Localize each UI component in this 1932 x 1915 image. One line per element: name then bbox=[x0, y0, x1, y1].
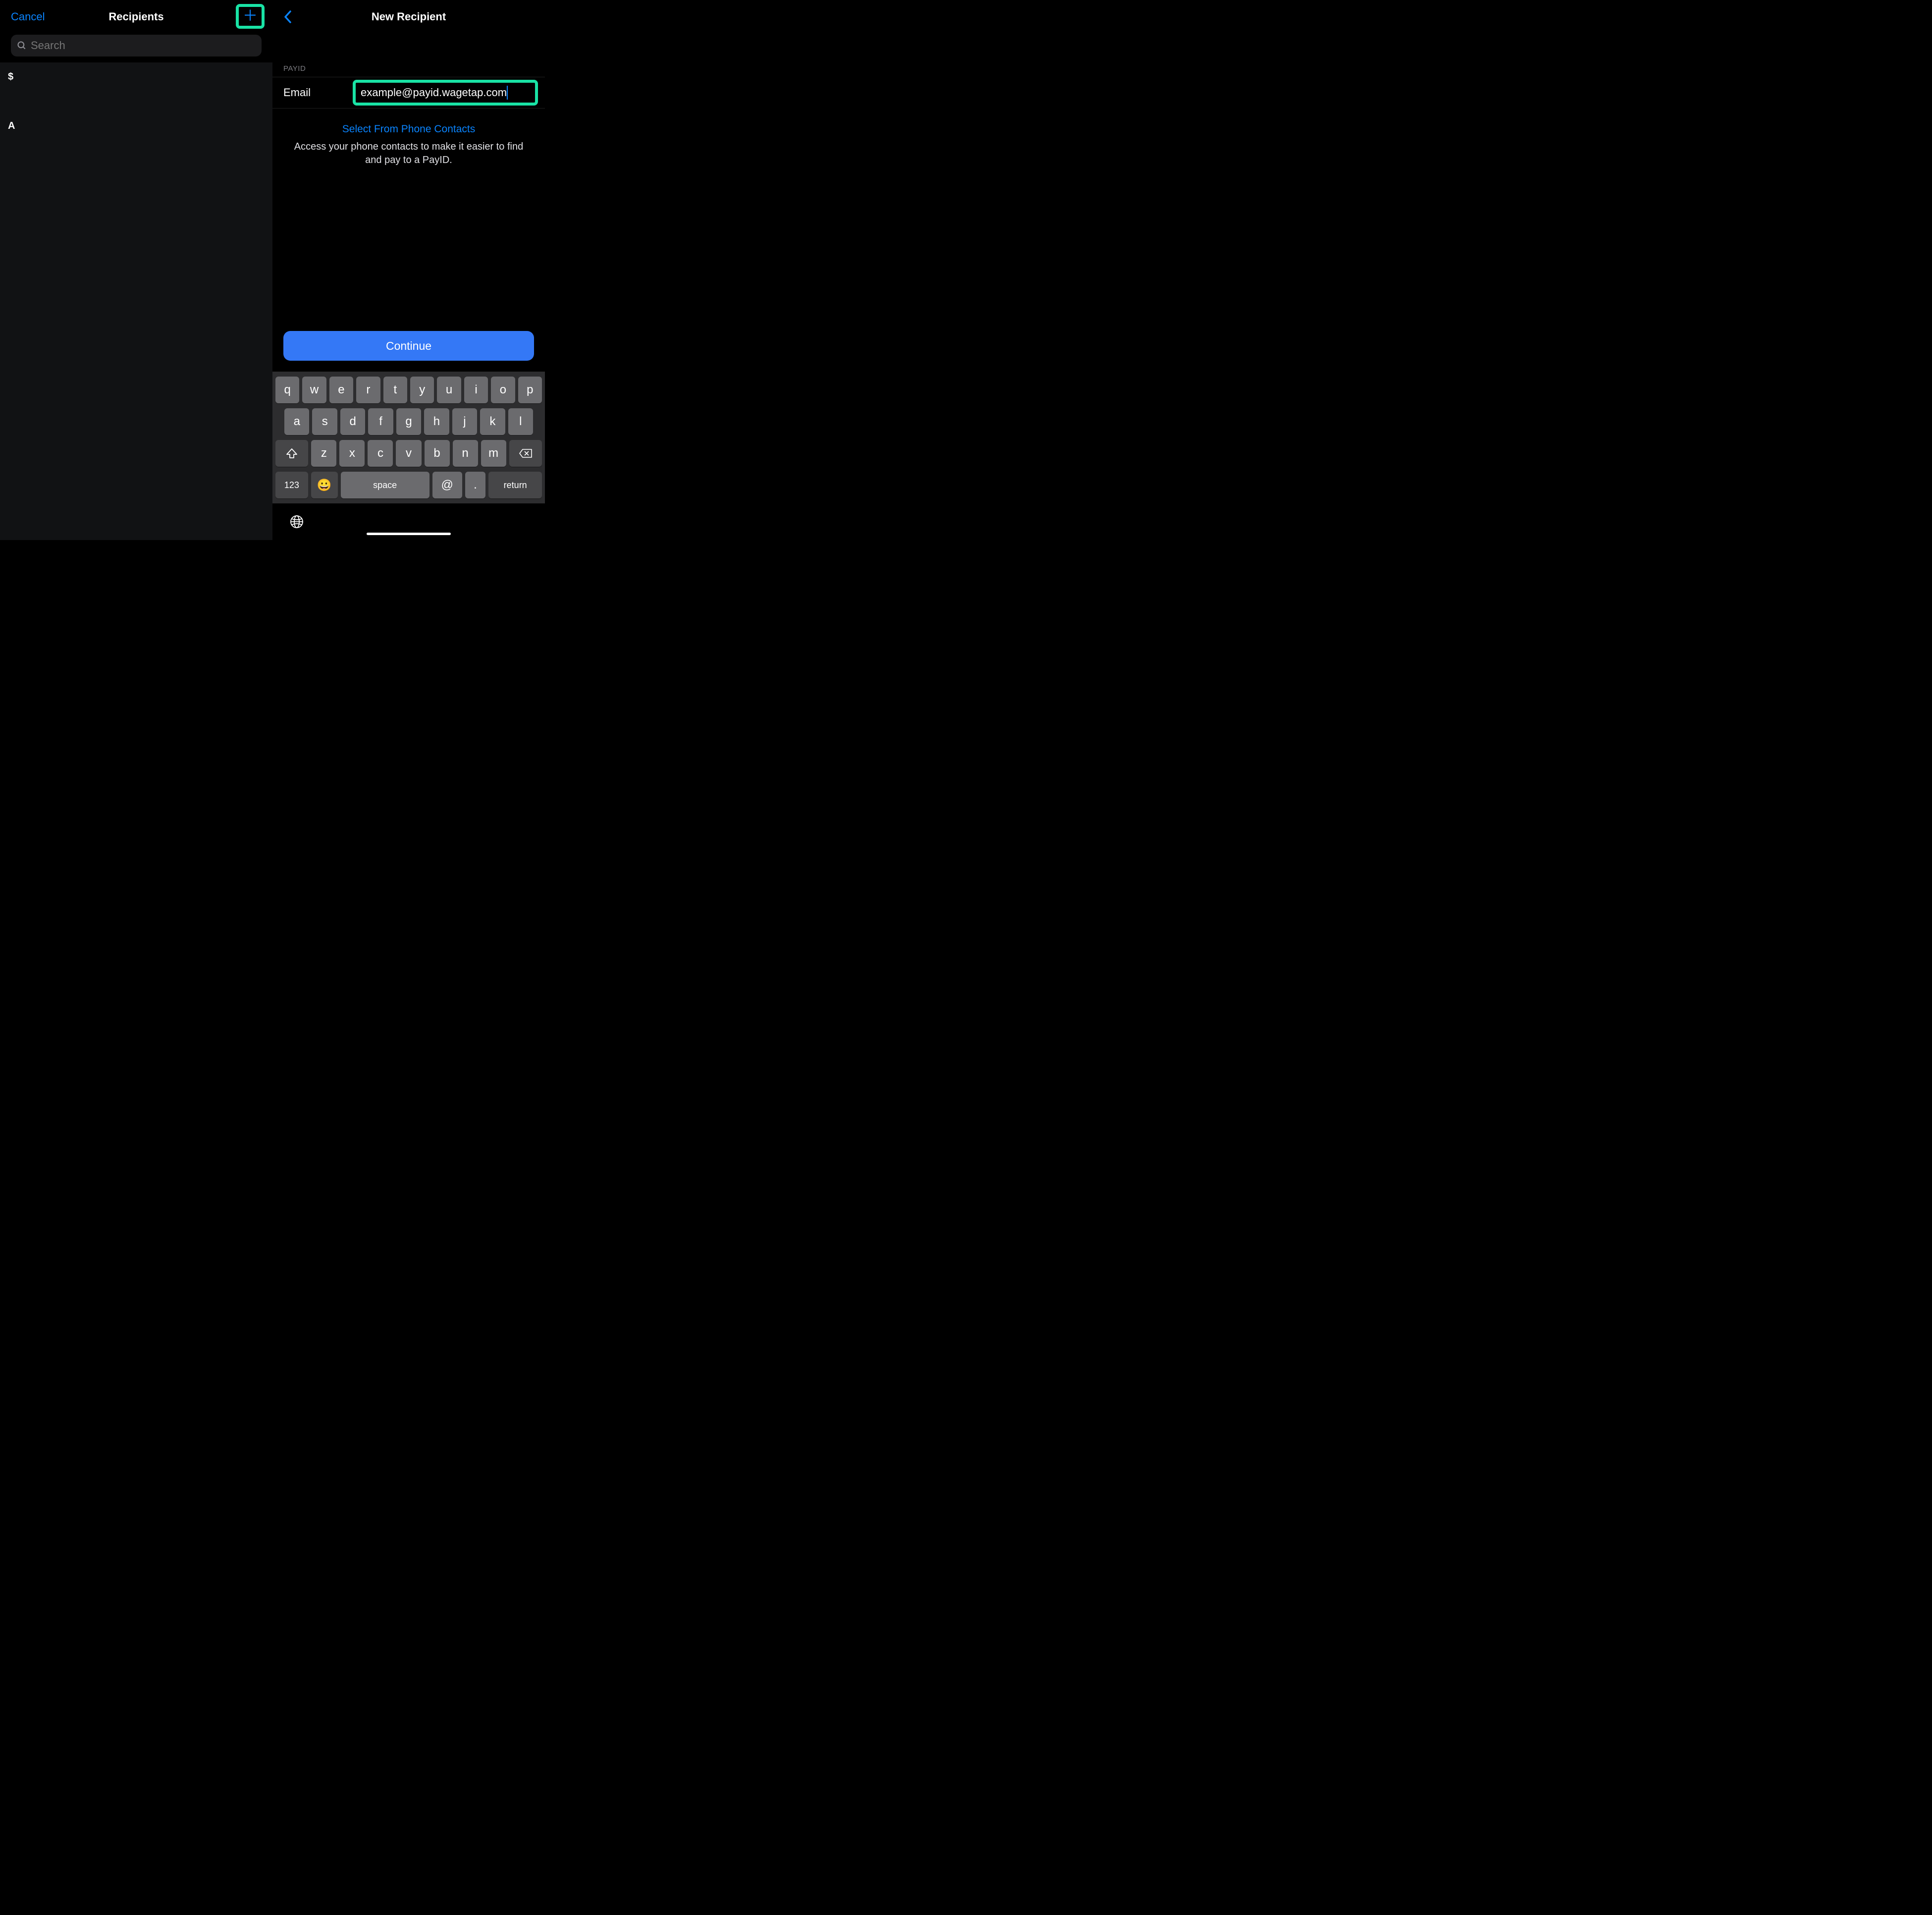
key-k[interactable]: k bbox=[480, 408, 505, 435]
backspace-key[interactable] bbox=[509, 440, 542, 467]
key-t[interactable]: t bbox=[383, 377, 407, 403]
key-n[interactable]: n bbox=[453, 440, 478, 467]
shift-key[interactable] bbox=[275, 440, 308, 467]
key-u[interactable]: u bbox=[437, 377, 461, 403]
contacts-prompt: Select From Phone Contacts Access your p… bbox=[272, 109, 545, 167]
emoji-icon: 😀 bbox=[317, 478, 332, 492]
key-y[interactable]: y bbox=[410, 377, 434, 403]
emoji-key[interactable]: 😀 bbox=[311, 472, 338, 498]
search-input[interactable] bbox=[31, 39, 256, 52]
key-s[interactable]: s bbox=[312, 408, 337, 435]
form-group-label: PAYID bbox=[272, 64, 545, 77]
return-key[interactable]: return bbox=[488, 472, 542, 498]
key-f[interactable]: f bbox=[368, 408, 393, 435]
email-field-highlight: example@payid.wagetap.com bbox=[353, 80, 538, 106]
search-field[interactable] bbox=[11, 35, 262, 56]
globe-icon bbox=[289, 514, 304, 529]
email-field[interactable]: example@payid.wagetap.com bbox=[361, 86, 507, 99]
payid-form: PAYID Email example@payid.wagetap.com bbox=[272, 30, 545, 109]
search-icon bbox=[17, 41, 27, 51]
key-z[interactable]: z bbox=[311, 440, 336, 467]
page-title: New Recipient bbox=[272, 10, 545, 23]
new-recipient-screen: New Recipient PAYID Email example@payid.… bbox=[272, 0, 545, 540]
key-l[interactable]: l bbox=[508, 408, 533, 435]
key-v[interactable]: v bbox=[396, 440, 421, 467]
section-header: A bbox=[0, 111, 272, 141]
continue-button[interactable]: Continue bbox=[283, 331, 534, 361]
key-w[interactable]: w bbox=[302, 377, 326, 403]
home-indicator[interactable] bbox=[367, 533, 451, 535]
key-m[interactable]: m bbox=[481, 440, 506, 467]
key-a[interactable]: a bbox=[284, 408, 309, 435]
key-p[interactable]: p bbox=[518, 377, 542, 403]
email-label: Email bbox=[283, 86, 343, 99]
key-o[interactable]: o bbox=[491, 377, 515, 403]
add-recipient-button[interactable]: ＋ bbox=[243, 9, 258, 24]
key-j[interactable]: j bbox=[452, 408, 477, 435]
back-button[interactable] bbox=[283, 10, 292, 24]
nav-bar: New Recipient bbox=[272, 0, 545, 30]
key-h[interactable]: h bbox=[424, 408, 449, 435]
keyboard-bottom-bar bbox=[272, 503, 545, 540]
backspace-icon bbox=[519, 448, 533, 458]
add-recipient-highlight: ＋ bbox=[236, 4, 265, 29]
contacts-description: Access your phone contacts to make it ea… bbox=[285, 140, 532, 167]
search-container bbox=[0, 30, 272, 62]
nav-bar: Cancel Recipients ＋ bbox=[0, 0, 272, 30]
shift-icon bbox=[286, 448, 298, 459]
key-x[interactable]: x bbox=[339, 440, 365, 467]
key-q[interactable]: q bbox=[275, 377, 299, 403]
key-r[interactable]: r bbox=[356, 377, 380, 403]
text-cursor bbox=[507, 86, 508, 100]
at-key[interactable]: @ bbox=[432, 472, 462, 498]
key-i[interactable]: i bbox=[464, 377, 488, 403]
email-row[interactable]: Email example@payid.wagetap.com bbox=[272, 77, 545, 109]
cancel-button[interactable]: Cancel bbox=[11, 10, 45, 23]
section-header: $ bbox=[0, 62, 272, 92]
chevron-left-icon bbox=[283, 10, 292, 24]
key-b[interactable]: b bbox=[425, 440, 450, 467]
key-d[interactable]: d bbox=[340, 408, 365, 435]
recipient-list[interactable]: $A bbox=[0, 62, 272, 540]
space-key[interactable]: space bbox=[341, 472, 429, 498]
numbers-key[interactable]: 123 bbox=[275, 472, 308, 498]
keyboard: qwertyuiop asdfghjkl zxcvbnm 123 😀 space… bbox=[272, 372, 545, 540]
recipients-screen: Cancel Recipients ＋ $A bbox=[0, 0, 272, 540]
key-c[interactable]: c bbox=[368, 440, 393, 467]
plus-icon: ＋ bbox=[243, 8, 258, 24]
select-contacts-link[interactable]: Select From Phone Contacts bbox=[285, 123, 532, 135]
key-g[interactable]: g bbox=[396, 408, 421, 435]
dot-key[interactable]: . bbox=[465, 472, 486, 498]
key-e[interactable]: e bbox=[329, 377, 353, 403]
globe-key[interactable] bbox=[289, 514, 304, 529]
